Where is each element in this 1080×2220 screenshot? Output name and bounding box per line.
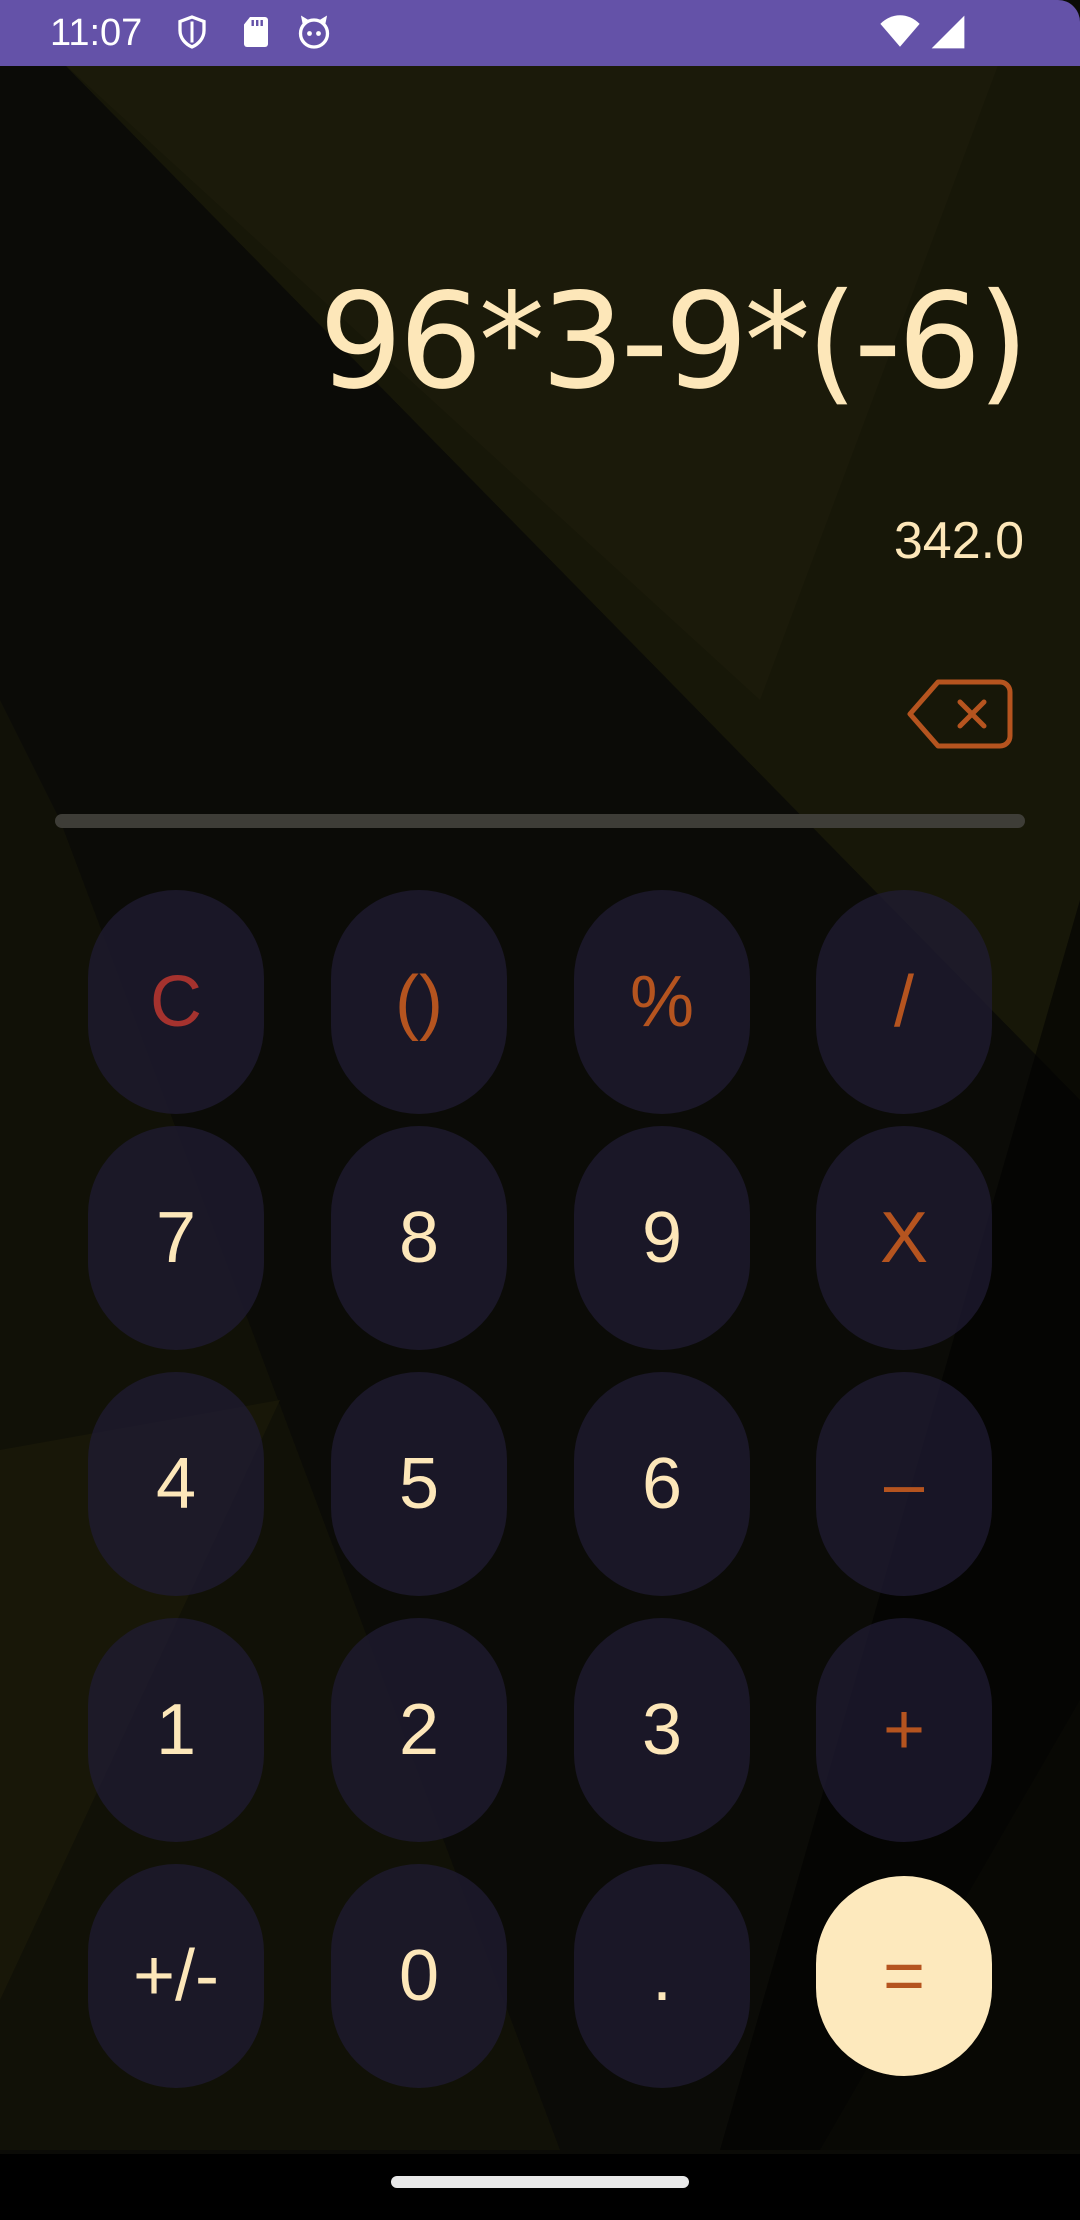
digit-1-button[interactable]: 1 xyxy=(88,1618,264,1842)
status-time: 11:07 xyxy=(50,12,143,54)
equals-button[interactable]: = xyxy=(816,1876,992,2076)
calculator-screen: 11:07 96*3-9*(-6) 342.0 C () % / 7 8 9 X… xyxy=(0,0,1080,2220)
home-gesture-handle[interactable] xyxy=(391,2176,689,2188)
digit-5-button[interactable]: 5 xyxy=(331,1372,507,1596)
status-bar: 11:07 xyxy=(0,0,1080,66)
digit-4-button[interactable]: 4 xyxy=(88,1372,264,1596)
clear-button[interactable]: C xyxy=(88,890,264,1114)
digit-2-button[interactable]: 2 xyxy=(331,1618,507,1842)
add-button[interactable]: + xyxy=(816,1618,992,1842)
cat-face-icon xyxy=(296,14,332,50)
parentheses-button[interactable]: () xyxy=(331,890,507,1114)
backspace-button[interactable] xyxy=(904,676,1014,752)
shield-icon xyxy=(174,14,210,50)
divide-button[interactable]: / xyxy=(816,890,992,1114)
percent-button[interactable]: % xyxy=(574,890,750,1114)
backspace-icon xyxy=(907,679,1013,749)
signal-icon xyxy=(928,14,968,50)
digit-8-button[interactable]: 8 xyxy=(331,1126,507,1350)
subtract-button[interactable]: – xyxy=(816,1372,992,1596)
wifi-icon xyxy=(878,14,922,50)
expression-display: 96*3-9*(-6) xyxy=(318,265,1029,419)
digit-0-button[interactable]: 0 xyxy=(331,1864,507,2088)
decimal-point-button[interactable]: . xyxy=(574,1864,750,2088)
toggle-sign-button[interactable]: +/- xyxy=(88,1864,264,2088)
digit-7-button[interactable]: 7 xyxy=(88,1126,264,1350)
display-divider xyxy=(55,814,1025,828)
digit-6-button[interactable]: 6 xyxy=(574,1372,750,1596)
digit-9-button[interactable]: 9 xyxy=(574,1126,750,1350)
result-display: 342.0 xyxy=(893,512,1024,570)
multiply-button[interactable]: X xyxy=(816,1126,992,1350)
sd-card-icon xyxy=(238,14,274,50)
digit-3-button[interactable]: 3 xyxy=(574,1618,750,1842)
